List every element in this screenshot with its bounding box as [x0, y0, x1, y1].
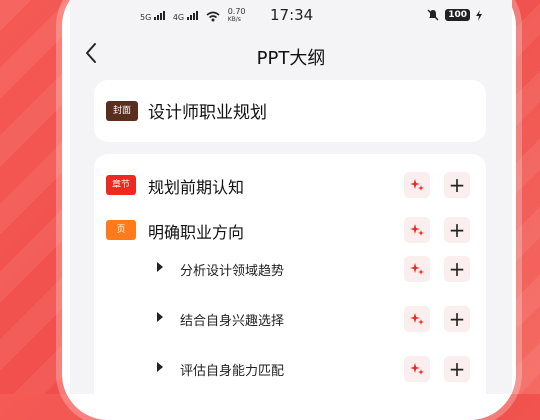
signal-5g-label: 5G: [140, 13, 152, 22]
add-button[interactable]: +: [444, 172, 470, 198]
ai-generate-button[interactable]: [404, 306, 430, 332]
outline-row-page[interactable]: 页 明确职业方向 +: [94, 215, 486, 245]
expand-arrow-icon[interactable]: [157, 312, 163, 322]
mute-icon: [427, 9, 439, 21]
cover-title: 设计师职业规划: [148, 103, 267, 123]
signal-5g: 5G: [140, 10, 165, 22]
plus-icon: +: [448, 357, 466, 381]
add-button[interactable]: +: [444, 356, 470, 382]
status-bar: 5G 4G 0.70 KB/s 17:34 100: [70, 0, 512, 32]
outline-card: 章节 规划前期认知 + 页 明确职业方向 + 分析设计领域趋势 + 结合自身兴趣…: [94, 154, 486, 394]
expand-arrow-icon[interactable]: [157, 362, 163, 372]
cover-tag: 封面: [106, 101, 138, 121]
add-button[interactable]: +: [444, 306, 470, 332]
app-header: PPT大纲: [70, 38, 512, 72]
sub-item-title: 结合自身兴趣选择: [180, 314, 285, 329]
signal-4g: 4G: [173, 10, 198, 22]
charging-icon: [476, 9, 482, 21]
page-title-item: 明确职业方向: [148, 223, 245, 242]
sub-item-title: 分析设计领域趋势: [180, 264, 285, 279]
sparkle-icon: [410, 313, 424, 325]
app-screen: 5G 4G 0.70 KB/s 17:34 100 PPT大纲 封面 设计师职业…: [70, 0, 512, 394]
plus-icon: +: [448, 218, 466, 242]
sparkle-icon: [410, 224, 424, 236]
sparkle-icon: [410, 363, 424, 375]
chapter-tag: 章节: [106, 175, 136, 195]
battery-icon: 100: [445, 9, 470, 21]
signal-4g-label: 4G: [172, 13, 185, 22]
chapter-title: 规划前期认知: [148, 178, 245, 197]
plus-icon: +: [448, 307, 466, 331]
add-button[interactable]: +: [444, 256, 470, 282]
outline-row-chapter[interactable]: 章节 规划前期认知 +: [94, 170, 486, 200]
cover-card[interactable]: 封面 设计师职业规划: [94, 80, 486, 142]
add-button[interactable]: +: [444, 217, 470, 243]
status-left: 5G 4G 0.70 KB/s: [140, 8, 246, 24]
wifi-icon: [206, 11, 220, 21]
net-speed-unit: KB/s: [227, 16, 241, 23]
page-tag: 页: [106, 220, 136, 240]
ai-generate-button[interactable]: [404, 356, 430, 382]
outline-row-sub[interactable]: 结合自身兴趣选择 +: [94, 304, 486, 334]
sparkle-icon: [410, 179, 424, 191]
sparkle-icon: [410, 263, 424, 275]
ai-generate-button[interactable]: [404, 217, 430, 243]
page-title: PPT大纲: [256, 48, 326, 69]
outline-row-sub[interactable]: 分析设计领域趋势 +: [94, 254, 486, 284]
clock: 17:34: [270, 6, 314, 24]
expand-arrow-icon[interactable]: [157, 262, 163, 272]
sub-item-title: 评估自身能力匹配: [180, 364, 285, 379]
signal-bars-icon: [153, 10, 165, 20]
ai-generate-button[interactable]: [404, 172, 430, 198]
status-right: 100: [427, 9, 482, 21]
outline-row-sub[interactable]: 评估自身能力匹配 +: [94, 354, 486, 384]
signal-bars-icon: [186, 10, 198, 20]
plus-icon: +: [448, 257, 466, 281]
plus-icon: +: [448, 173, 466, 197]
net-speed: 0.70 KB/s: [228, 8, 246, 24]
net-speed-value: 0.70: [227, 7, 246, 16]
ai-generate-button[interactable]: [404, 256, 430, 282]
